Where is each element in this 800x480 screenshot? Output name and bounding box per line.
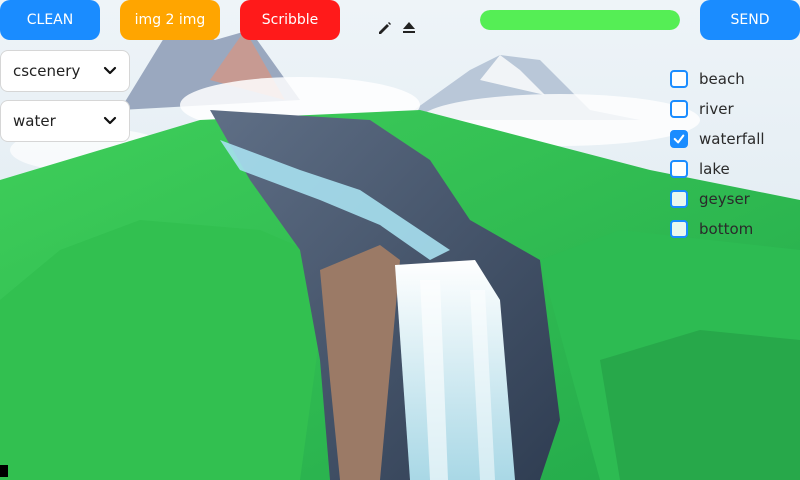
pencil-icon[interactable] (377, 20, 393, 36)
chevron-down-icon (103, 66, 117, 75)
checkbox-lake[interactable]: lake (670, 154, 765, 184)
model-select[interactable]: cscenery (0, 50, 130, 92)
checkbox-river[interactable]: river (670, 94, 765, 124)
checkbox-geyser[interactable]: geyser (670, 184, 765, 214)
checkbox[interactable] (670, 130, 688, 148)
checkbox-label: waterfall (699, 130, 765, 148)
checkbox-beach[interactable]: beach (670, 64, 765, 94)
scribble-button[interactable]: Scribble (240, 0, 340, 40)
eraser-icon[interactable] (401, 20, 417, 36)
checkbox[interactable] (670, 190, 688, 208)
checkbox-waterfall[interactable]: waterfall (670, 124, 765, 154)
subject-select-value: water (13, 112, 56, 130)
cursor-marker (0, 465, 8, 477)
checkbox-label: beach (699, 70, 745, 88)
checkbox-label: geyser (699, 190, 750, 208)
checkbox[interactable] (670, 220, 688, 238)
checkbox-bottom[interactable]: bottom (670, 214, 765, 244)
progress-bar (480, 10, 680, 30)
clean-button[interactable]: CLEAN (0, 0, 100, 40)
subject-select[interactable]: water (0, 100, 130, 142)
img2img-button[interactable]: img 2 img (120, 0, 220, 40)
model-select-value: cscenery (13, 62, 81, 80)
progress-fill (480, 10, 680, 30)
checkbox-label: bottom (699, 220, 754, 238)
check-icon (673, 134, 685, 144)
checkbox[interactable] (670, 160, 688, 178)
checkbox[interactable] (670, 70, 688, 88)
checkbox[interactable] (670, 100, 688, 118)
checkbox-label: river (699, 100, 734, 118)
feature-checklist: beach river waterfall lake geyser bottom (670, 64, 765, 244)
chevron-down-icon (103, 116, 117, 125)
checkbox-label: lake (699, 160, 730, 178)
send-button[interactable]: SEND (700, 0, 800, 40)
